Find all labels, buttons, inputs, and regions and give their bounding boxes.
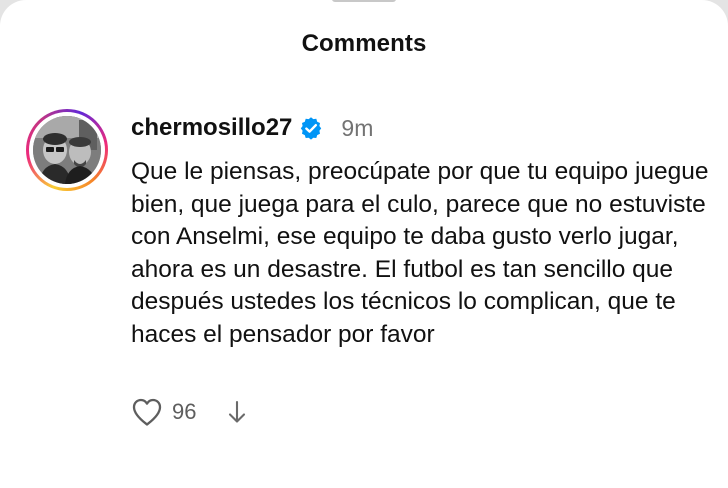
sheet-title: Comments	[301, 30, 427, 57]
like-count: 96	[172, 399, 197, 424]
arrow-down-icon[interactable]	[226, 398, 248, 426]
avatar-photo-icon	[33, 116, 101, 184]
comment-text: Que le piensas, preocúpate por que tu eq…	[131, 158, 709, 348]
comment-timestamp: 9m	[341, 114, 374, 141]
comment-actions: 96	[131, 396, 248, 428]
verified-badge-icon	[299, 116, 323, 140]
drag-handle[interactable]	[332, 0, 396, 2]
username[interactable]: chermosillo27	[131, 114, 292, 142]
comments-sheet: Comments chermosillo27 9m Que le piensas…	[0, 0, 728, 488]
comment-header: chermosillo27 9m	[131, 113, 373, 143]
heart-icon[interactable]	[131, 397, 163, 427]
story-ring[interactable]	[26, 109, 108, 191]
avatar[interactable]	[33, 116, 101, 184]
